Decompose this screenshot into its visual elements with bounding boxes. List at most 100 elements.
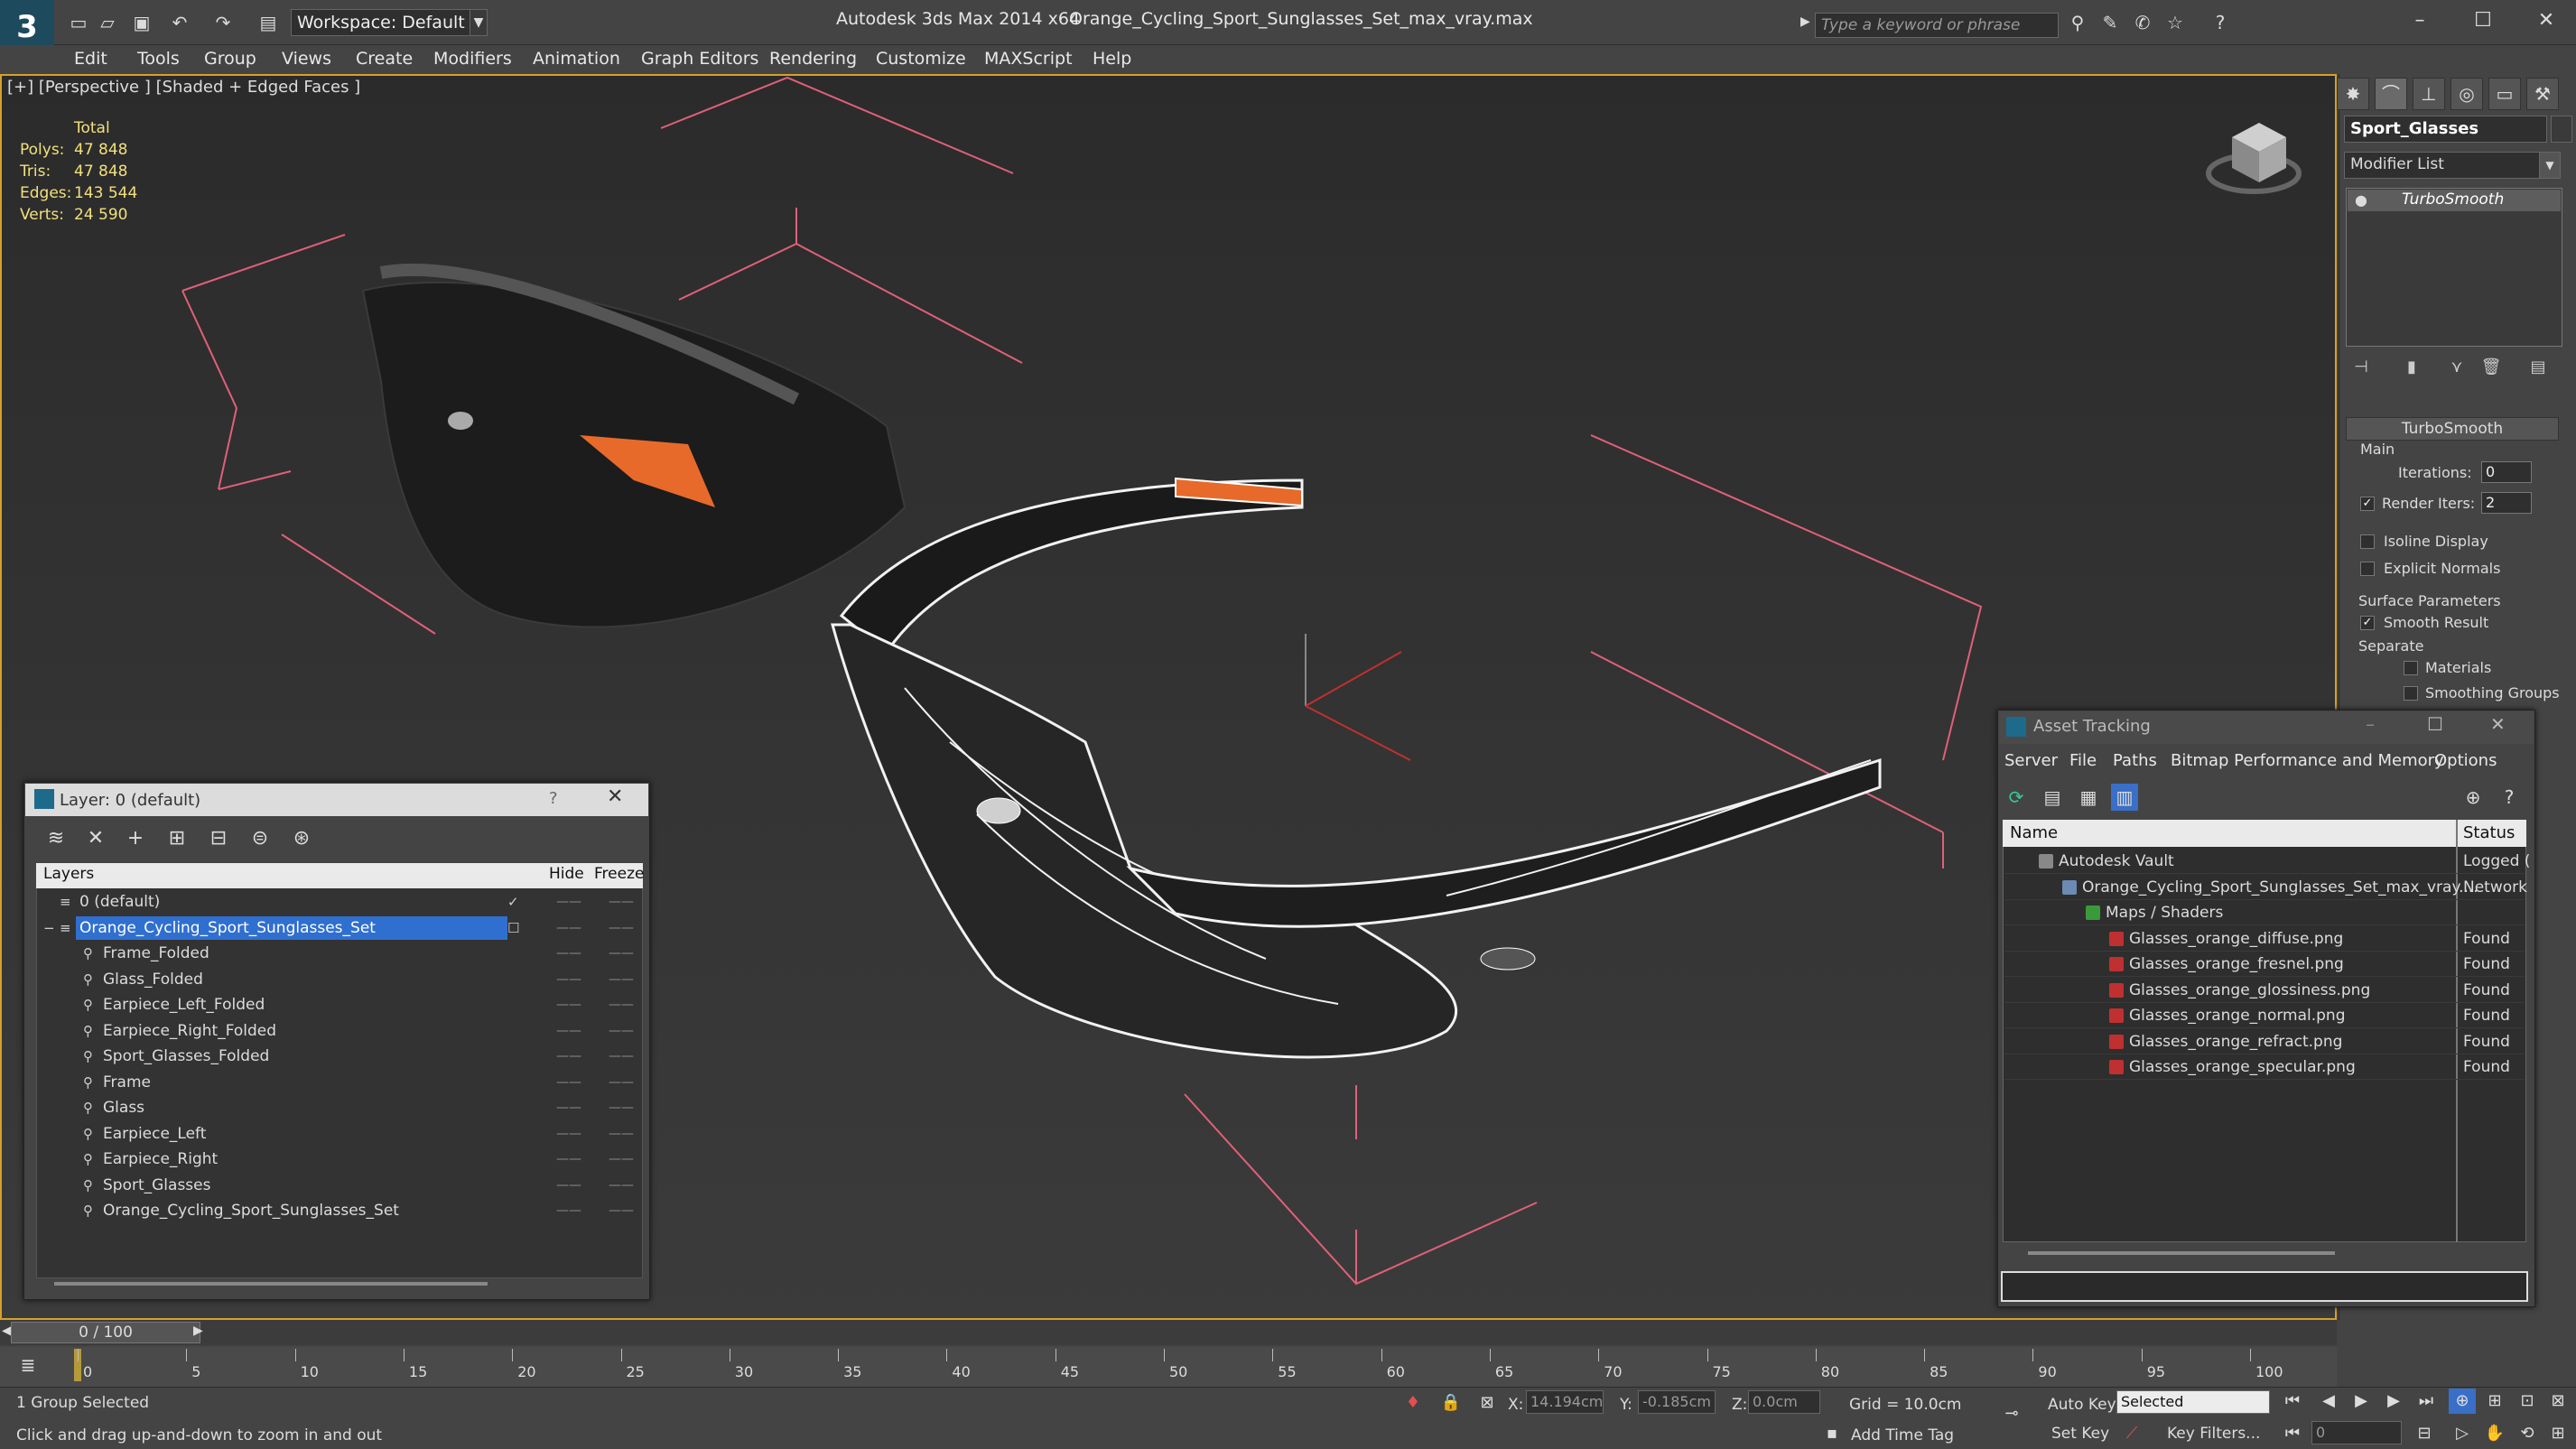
time-slider[interactable] [0, 1320, 2337, 1345]
asset-row[interactable]: Orange_Cycling_Sport_Sunglasses_Set_max_… [2004, 875, 2527, 900]
asset-scrollbar[interactable] [2028, 1251, 2335, 1255]
configure-sets-icon[interactable]: ▤ [2525, 354, 2552, 381]
y-coordinate-field[interactable]: -0.185cm [1638, 1390, 1716, 1414]
field-of-view-icon[interactable]: ▷ [2449, 1421, 2476, 1446]
list-view-icon[interactable]: ▤ [2039, 784, 2066, 811]
project-folder-icon[interactable]: ▤ [256, 11, 280, 34]
asset-row[interactable]: Autodesk Vault Logged ( [2004, 849, 2530, 874]
show-end-result-icon[interactable]: ▮ [2398, 354, 2425, 381]
layer-name[interactable]: Earpiece_Left_Folded [99, 993, 268, 1017]
iterations-spinner[interactable]: 0 [2481, 461, 2532, 483]
layer-name[interactable]: Sport_Glasses_Folded [99, 1045, 273, 1068]
asset-row[interactable]: Glasses_orange_refract.png Found [2004, 1029, 2525, 1054]
freeze-toggle[interactable]: —— [609, 890, 634, 914]
play-icon[interactable]: ▶ [2348, 1389, 2375, 1414]
hide-toggle[interactable]: —— [556, 1045, 581, 1068]
col-hide[interactable]: Hide [549, 865, 584, 883]
auto-key-button[interactable]: Auto Key [2048, 1396, 2116, 1414]
key-icon[interactable]: ⊸ [1994, 1401, 2030, 1426]
zoom-extents-all-icon[interactable]: ⊠ [2544, 1389, 2571, 1414]
table-view-icon[interactable]: ▥ [2111, 784, 2138, 811]
menu-animation[interactable]: Animation [533, 45, 620, 72]
asset-row[interactable]: Maps / Shaders [2004, 900, 2525, 925]
layer-row[interactable]: ⚲ Earpiece_Left_Folded —— —— [38, 993, 641, 1018]
layer-row[interactable]: ⚲ Glass_Folded —— —— [38, 968, 641, 993]
render-iters-checkbox[interactable]: ✓ [2360, 497, 2375, 511]
maximize-icon[interactable]: ☐ [2427, 713, 2443, 735]
display-tab-icon[interactable]: ▭ [2488, 78, 2521, 110]
binoculars-icon[interactable]: ⚲ [2066, 11, 2089, 34]
hide-toggle[interactable]: —— [556, 916, 581, 940]
motion-tab-icon[interactable]: ◎ [2450, 78, 2483, 110]
layer-row[interactable]: ⚲ Orange_Cycling_Sport_Sunglasses_Set —— —— [38, 1199, 641, 1224]
pan-view-icon[interactable]: ✋ [2481, 1421, 2508, 1446]
previous-frame-icon[interactable]: ◀ [2315, 1389, 2342, 1414]
layer-name[interactable]: Earpiece_Right [99, 1147, 221, 1171]
lock-icon[interactable]: 🔒 [1437, 1390, 1465, 1416]
chevron-down-icon[interactable]: ▼ [2539, 152, 2561, 179]
open-file-icon[interactable]: ▱ [96, 11, 119, 34]
utilities-tab-icon[interactable]: ⚒ [2526, 78, 2559, 110]
layer-row[interactable]: ⚲ Glass —— —— [38, 1096, 641, 1121]
hide-all-layers-icon[interactable]: ⊜ [246, 825, 274, 852]
hide-toggle[interactable]: —— [556, 968, 581, 991]
search-expand-icon[interactable]: ▶ [1800, 14, 1813, 36]
freeze-all-layers-icon[interactable]: ⊛ [287, 825, 316, 852]
freeze-toggle[interactable]: —— [609, 916, 634, 940]
asset-menu-options[interactable]: Options [2434, 751, 2497, 770]
col-freeze[interactable]: Freeze [594, 865, 644, 883]
turbosmooth-rollout-header[interactable]: TurboSmooth [2346, 417, 2559, 441]
transform-mode-icon[interactable]: ⊠ [1474, 1390, 1501, 1416]
help-icon[interactable]: ? [2209, 11, 2232, 34]
pin-stack-icon[interactable]: ⊣ [2348, 354, 2375, 381]
thumbnail-view-icon[interactable]: ▦ [2075, 784, 2102, 811]
set-key-icon[interactable]: ⟋ [2118, 1421, 2145, 1446]
layer-row[interactable]: ⚲ Frame_Folded —— —— [38, 942, 641, 967]
layer-row[interactable]: ≡ 0 (default) ✓ —— —— [38, 890, 641, 915]
help-button[interactable]: ? [549, 789, 558, 808]
hide-toggle[interactable]: —— [556, 890, 581, 914]
close-icon[interactable]: ✕ [2490, 713, 2506, 735]
freeze-toggle[interactable]: —— [609, 1045, 634, 1068]
highlight-layer-icon[interactable]: ⊟ [204, 825, 233, 852]
object-color-swatch[interactable] [2551, 116, 2572, 143]
hide-toggle[interactable]: —— [556, 1174, 581, 1197]
hide-toggle[interactable]: —— [556, 993, 581, 1017]
freeze-toggle[interactable]: —— [609, 1019, 634, 1043]
hide-toggle[interactable]: —— [556, 1071, 581, 1094]
close-icon[interactable]: ✕ [2528, 7, 2564, 34]
layer-name[interactable]: 0 (default) [76, 890, 163, 914]
asset-row[interactable]: Glasses_orange_normal.png Found [2004, 1003, 2525, 1028]
create-layer-icon[interactable]: ≋ [42, 825, 70, 852]
z-coordinate-field[interactable]: 0.0cm [1748, 1390, 1820, 1414]
asset-path-field[interactable] [2001, 1271, 2528, 1302]
create-tab-icon[interactable]: ✸ [2337, 78, 2369, 110]
add-time-tag[interactable]: Add Time Tag [1851, 1426, 1954, 1444]
layer-name[interactable]: Orange_Cycling_Sport_Sunglasses_Set [76, 915, 507, 940]
track-bar[interactable] [0, 1347, 2337, 1387]
menu-maxscript[interactable]: MAXScript [984, 45, 1073, 72]
communication-icon[interactable]: ✆ [2131, 11, 2154, 34]
menu-graph-editors[interactable]: Graph Editors [641, 45, 758, 72]
layer-name[interactable]: Earpiece_Left [99, 1122, 209, 1146]
zoom-extents-icon[interactable]: ⊡ [2514, 1389, 2541, 1414]
layer-row[interactable]: ⚲ Sport_Glasses_Folded —— —— [38, 1045, 641, 1070]
close-icon[interactable]: ✕ [607, 785, 623, 808]
hide-toggle[interactable]: —— [556, 1096, 581, 1119]
materials-checkbox[interactable] [2404, 661, 2418, 675]
undo-icon[interactable]: ↶ [168, 11, 191, 34]
menu-edit[interactable]: Edit [74, 45, 107, 72]
layer-row[interactable]: ⚲ Frame —— —— [38, 1071, 641, 1096]
asset-menu-server[interactable]: Server [2004, 751, 2058, 770]
menu-views[interactable]: Views [282, 45, 331, 72]
refresh-icon[interactable]: ⟳ [2003, 784, 2030, 811]
layer-name[interactable]: Glass_Folded [99, 968, 207, 991]
col-status[interactable]: Status [2463, 823, 2515, 842]
workspace-dropdown[interactable]: Workspace: Default [291, 9, 471, 36]
vault-login-icon[interactable]: ⊕ [2460, 784, 2487, 811]
menu-tools[interactable]: Tools [137, 45, 180, 72]
collapse-icon[interactable]: − [43, 916, 55, 940]
lightbulb-icon[interactable]: ● [2355, 191, 2367, 209]
asset-help-icon[interactable]: ? [2496, 784, 2523, 811]
asset-row[interactable]: Glasses_orange_fresnel.png Found [2004, 952, 2525, 977]
